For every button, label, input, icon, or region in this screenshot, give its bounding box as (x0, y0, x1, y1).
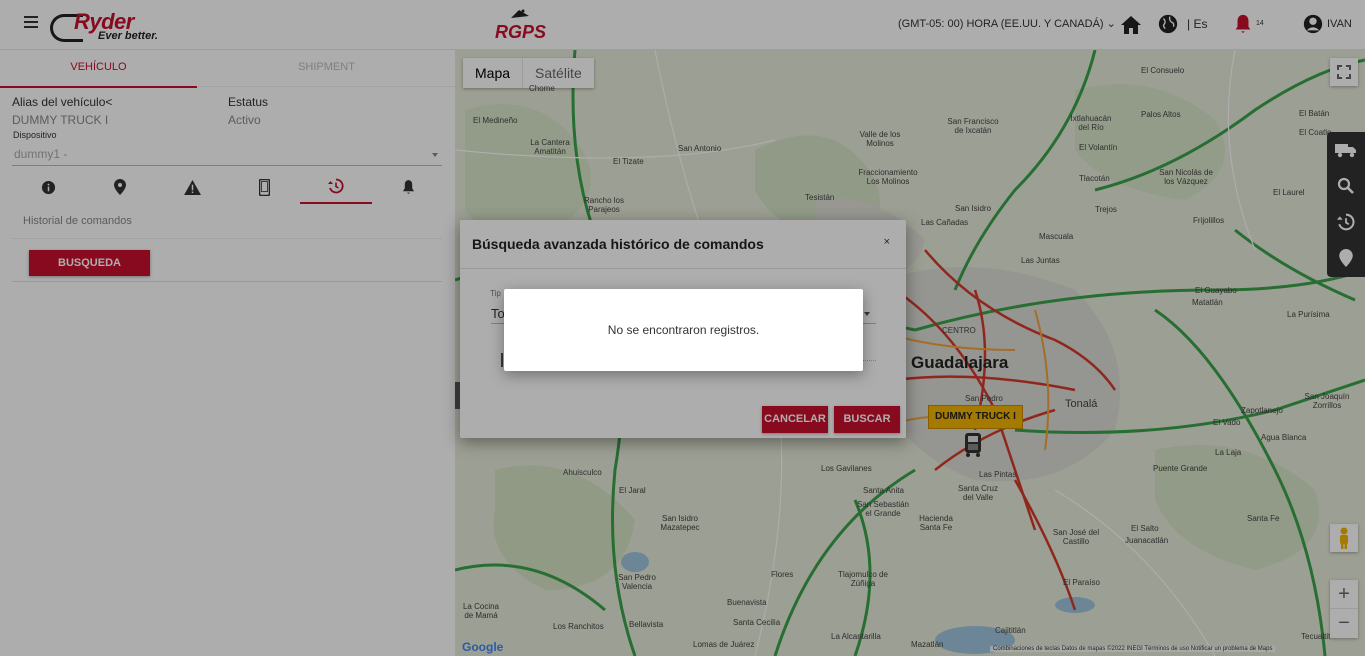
no-records-alert: No se encontraron registros. (504, 289, 863, 371)
alert-message: No se encontraron registros. (607, 323, 760, 337)
